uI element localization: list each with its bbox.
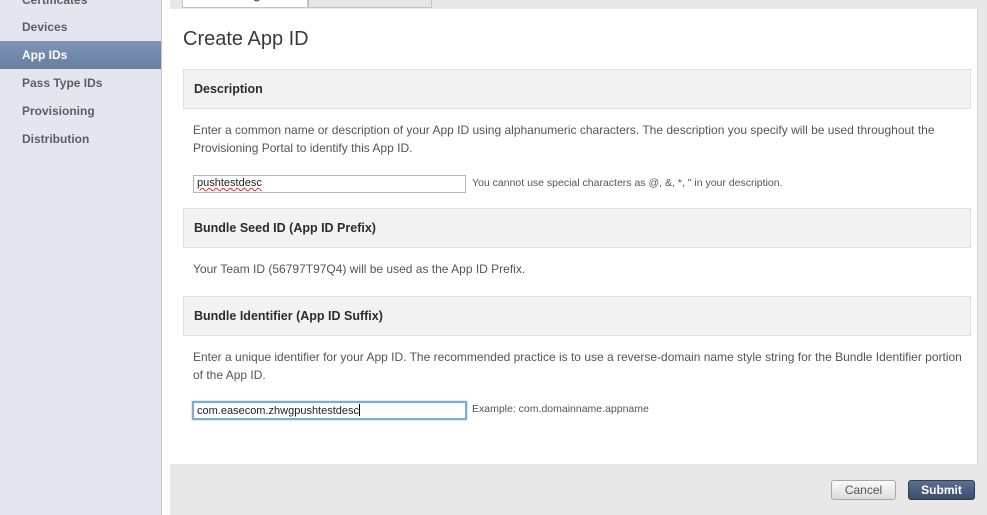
bundle-identifier-heading: Bundle Identifier (App ID Suffix) <box>183 296 971 336</box>
bundle-seed-heading: Bundle Seed ID (App ID Prefix) <box>183 208 971 248</box>
bundle-identifier-input-value: com.easecom.zhwgpushtestdesc <box>197 405 360 417</box>
bundle-identifier-hint: Example: com.domainname.appname <box>472 403 649 415</box>
cancel-button[interactable]: Cancel <box>831 480 896 500</box>
submit-button[interactable]: Submit <box>908 480 975 500</box>
sidebar: Certificates Devices App IDs Pass Type I… <box>0 0 162 515</box>
sidebar-item-devices[interactable]: Devices <box>0 13 161 41</box>
description-help-text: Enter a common name or description of yo… <box>193 123 935 155</box>
tab-manage[interactable]: Manage <box>182 0 308 8</box>
sidebar-item-pass-type-ids[interactable]: Pass Type IDs <box>0 69 161 97</box>
description-input[interactable]: pushtestdesc <box>193 175 466 193</box>
page-title: Create App ID <box>183 28 309 50</box>
description-input-value: pushtestdesc <box>197 177 262 189</box>
sidebar-item-provisioning[interactable]: Provisioning <box>0 97 161 125</box>
sidebar-item-distribution[interactable]: Distribution <box>0 125 161 153</box>
text-caret <box>359 404 361 416</box>
bundle-identifier-help-text: Enter a unique identifier for your App I… <box>193 350 962 382</box>
bundle-identifier-input[interactable]: com.easecom.zhwgpushtestdesc <box>192 401 467 420</box>
description-heading: Description <box>183 69 971 109</box>
sidebar-item-certificates[interactable]: Certificates <box>0 0 161 14</box>
description-hint: You cannot use special characters as @, … <box>472 177 783 189</box>
tab-how-to[interactable]: How To <box>308 0 432 8</box>
sidebar-item-app-ids[interactable]: App IDs <box>0 41 161 69</box>
bundle-seed-text: Your Team ID (56797T97Q4) will be used a… <box>193 262 526 276</box>
